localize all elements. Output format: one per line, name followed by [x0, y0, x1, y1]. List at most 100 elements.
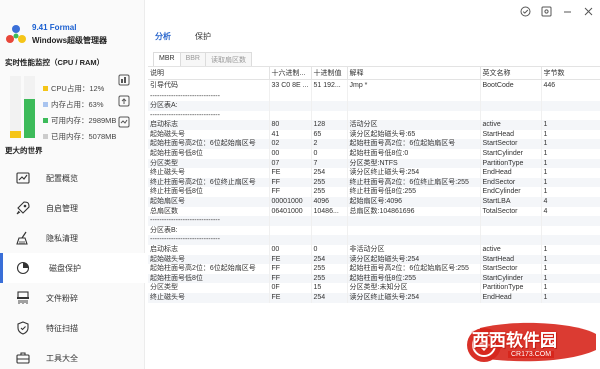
cell-description: ------------------------------	[148, 216, 270, 226]
cell-explanation	[347, 101, 481, 111]
stat-memory: 内存占用：63%	[43, 97, 115, 113]
table-row[interactable]: ------------------------------	[148, 110, 600, 121]
table-row[interactable]: 终止柱面号高2位：6位终止扇区号 FF 255 终止柱面号高2位：6位终止扇区号:25…	[148, 177, 600, 188]
cell-explanation	[347, 91, 481, 102]
sidebar-item-label: 自启管理	[46, 203, 78, 213]
table-row[interactable]: 起始柱面号高2位：6位起始扇区号 FF 255 起始柱面号高2位：6位起始扇区号:25…	[148, 264, 600, 274]
sidebar-item-feature-scan[interactable]: 特征扫描	[0, 313, 145, 343]
table-row[interactable]: ------------------------------	[148, 216, 600, 226]
cell-bytes	[541, 235, 600, 245]
minimize-icon[interactable]	[562, 6, 573, 17]
table-row[interactable]: 分区类型 0F 15 分区类型:未知分区 PartitionType 1	[148, 283, 600, 293]
close-icon[interactable]	[583, 6, 594, 17]
cpu-bar-fill	[10, 130, 21, 138]
cell-bytes: 1	[541, 187, 600, 198]
app-version: 9.41 Formal	[32, 23, 77, 32]
cell-explanation: 起始柱面号高2位：6位起始扇区号:255	[347, 264, 481, 274]
cell-description: ------------------------------	[148, 110, 270, 121]
table-row[interactable]: 启动标志 00 0 非活动分区 active 1	[148, 245, 600, 255]
table-row[interactable]: 分区表B:	[148, 225, 600, 236]
settings-icon[interactable]	[541, 6, 552, 17]
cell-bytes	[541, 91, 600, 102]
cpu-swatch	[43, 85, 48, 91]
table-row[interactable]: 起始扇区号 00001000 4096 起始扇区号:4096 StartLBA 4	[148, 197, 600, 207]
column-header-bytes[interactable]: 字节数	[541, 67, 600, 80]
available-swatch	[43, 117, 48, 123]
column-header-explanation[interactable]: 解释	[347, 67, 481, 80]
table-row[interactable]: 分区表A:	[148, 101, 600, 111]
sidebar-item-label: 隐私清理	[46, 233, 78, 243]
table-row[interactable]: 起始柱面号低8位 00 0 起始柱面号低8位:0 StartCylinder 1	[148, 149, 600, 159]
cell-english-name: active	[480, 245, 542, 255]
table-row[interactable]: 起始柱面号高2位：6位起始扇区号 02 2 起始柱面号高2位：6位起始扇区号 Start…	[148, 139, 600, 150]
cell-hex: 07	[269, 158, 312, 169]
sidebar-item-config-overview[interactable]: 配置概览	[0, 163, 145, 193]
subtab-mbr[interactable]: MBR	[154, 53, 181, 67]
column-header-english-name[interactable]: 英文名称	[480, 67, 542, 80]
sidebar-item-privacy-clean[interactable]: 隐私清理	[0, 223, 145, 253]
cell-hex: 80	[269, 120, 312, 130]
table-row[interactable]: 起始磁头号 41 65 读分区起始磁头号:65 StartHead 1	[148, 129, 600, 140]
table-row[interactable]: ------------------------------	[148, 91, 600, 102]
table-row[interactable]: 终止柱面号低8位 FF 255 终止柱面号低8位:255 EndCylinder 1	[148, 187, 600, 198]
cell-hex: FE	[269, 254, 312, 265]
tab-protect[interactable]: 保护	[195, 31, 211, 42]
monitor-actions	[118, 74, 132, 137]
sidebar-item-file-shredder[interactable]: 文件粉碎	[0, 283, 145, 313]
subtab-bbr[interactable]: BBR	[180, 53, 206, 67]
cell-hex	[269, 101, 312, 111]
cell-bytes: 446	[541, 79, 600, 92]
monitor-window-icon[interactable]	[118, 74, 130, 86]
table-row[interactable]: ------------------------------	[148, 235, 600, 245]
table-row[interactable]: 启动标志 80 128 活动分区 active 1	[148, 120, 600, 130]
cell-hex: 06401000	[269, 206, 312, 217]
cell-bytes	[541, 225, 600, 236]
cpu-bar	[10, 76, 21, 138]
table-row[interactable]: 终止磁头号 FE 254 读分区终止磁头号:254 EndHead 1	[148, 292, 600, 303]
column-header-hex[interactable]: 十六进制...	[269, 67, 312, 80]
check-update-icon[interactable]	[520, 6, 531, 17]
broom-icon	[16, 231, 28, 245]
cell-explanation: 活动分区	[347, 120, 481, 130]
table-row[interactable]: 起始磁头号 FE 254 读分区起始磁头号:254 StartHead 1	[148, 254, 600, 265]
cell-decimal: 255	[311, 264, 348, 274]
cell-explanation: 总扇区数:104861696	[347, 206, 481, 217]
sidebar-item-label: 磁盘保护	[49, 263, 81, 273]
memory-swatch	[43, 101, 48, 107]
cell-english-name: StartHead	[480, 254, 542, 265]
table-row[interactable]: 总扇区数 06401000 10486... 总扇区数:104861696 TotalS…	[148, 206, 600, 217]
cell-bytes: 1	[541, 177, 600, 188]
column-header-description[interactable]: 说明	[148, 67, 270, 80]
cell-hex: FF	[269, 264, 312, 274]
memory-release-icon[interactable]	[118, 95, 130, 107]
stat-label: 内存占用：63%	[51, 100, 104, 109]
table-row[interactable]: 起始柱面号低8位 FF 255 起始柱面号低8位:255 StartCylinder 1	[148, 273, 600, 284]
used-swatch	[43, 133, 48, 139]
sidebar-item-toolbox[interactable]: 工具大全	[0, 343, 145, 369]
cell-english-name: StartCylinder	[480, 149, 542, 159]
table-row[interactable]: 终止磁头号 FE 254 读分区终止磁头号:254 EndHead 1	[148, 168, 600, 178]
stat-label: 已用内存：5078MB	[51, 132, 117, 141]
cell-english-name: TotalSector	[480, 206, 542, 217]
sidebar-item-disk-protect[interactable]: 磁盘保护	[0, 253, 145, 283]
cell-decimal: 15	[311, 283, 348, 293]
table-body: 引导代码 33 C0 8E ... 51 192... Jmp * BootCode 44…	[148, 79, 600, 303]
cell-hex: FF	[269, 177, 312, 188]
mbr-table: 说明 十六进制... 十进制值 解释 英文名称 字节数 引导代码 33 C0 8E…	[148, 67, 600, 303]
table-row[interactable]: 分区类型 07 7 分区类型:NTFS PartitionType 1	[148, 158, 600, 169]
main-tabs: 分析 保护	[155, 31, 235, 42]
cell-decimal: 10486...	[311, 206, 348, 217]
subtab-read-sectors[interactable]: 读取扇区数	[205, 53, 251, 67]
cell-explanation	[347, 235, 481, 245]
cell-description: 起始柱面号高2位：6位起始扇区号	[148, 139, 270, 150]
cell-description: 起始磁头号	[148, 129, 270, 140]
tab-analyze[interactable]: 分析	[155, 31, 171, 42]
cell-description: 起始柱面号低8位	[148, 149, 270, 159]
table-row[interactable]: 引导代码 33 C0 8E ... 51 192... Jmp * BootCode 44…	[148, 79, 600, 92]
sidebar-item-startup-manager[interactable]: 自启管理	[0, 193, 145, 223]
cell-decimal: 254	[311, 292, 348, 303]
column-header-decimal[interactable]: 十进制值	[311, 67, 348, 80]
process-icon[interactable]	[118, 116, 130, 128]
cell-english-name: StartCylinder	[480, 273, 542, 284]
cell-description: 启动标志	[148, 120, 270, 130]
